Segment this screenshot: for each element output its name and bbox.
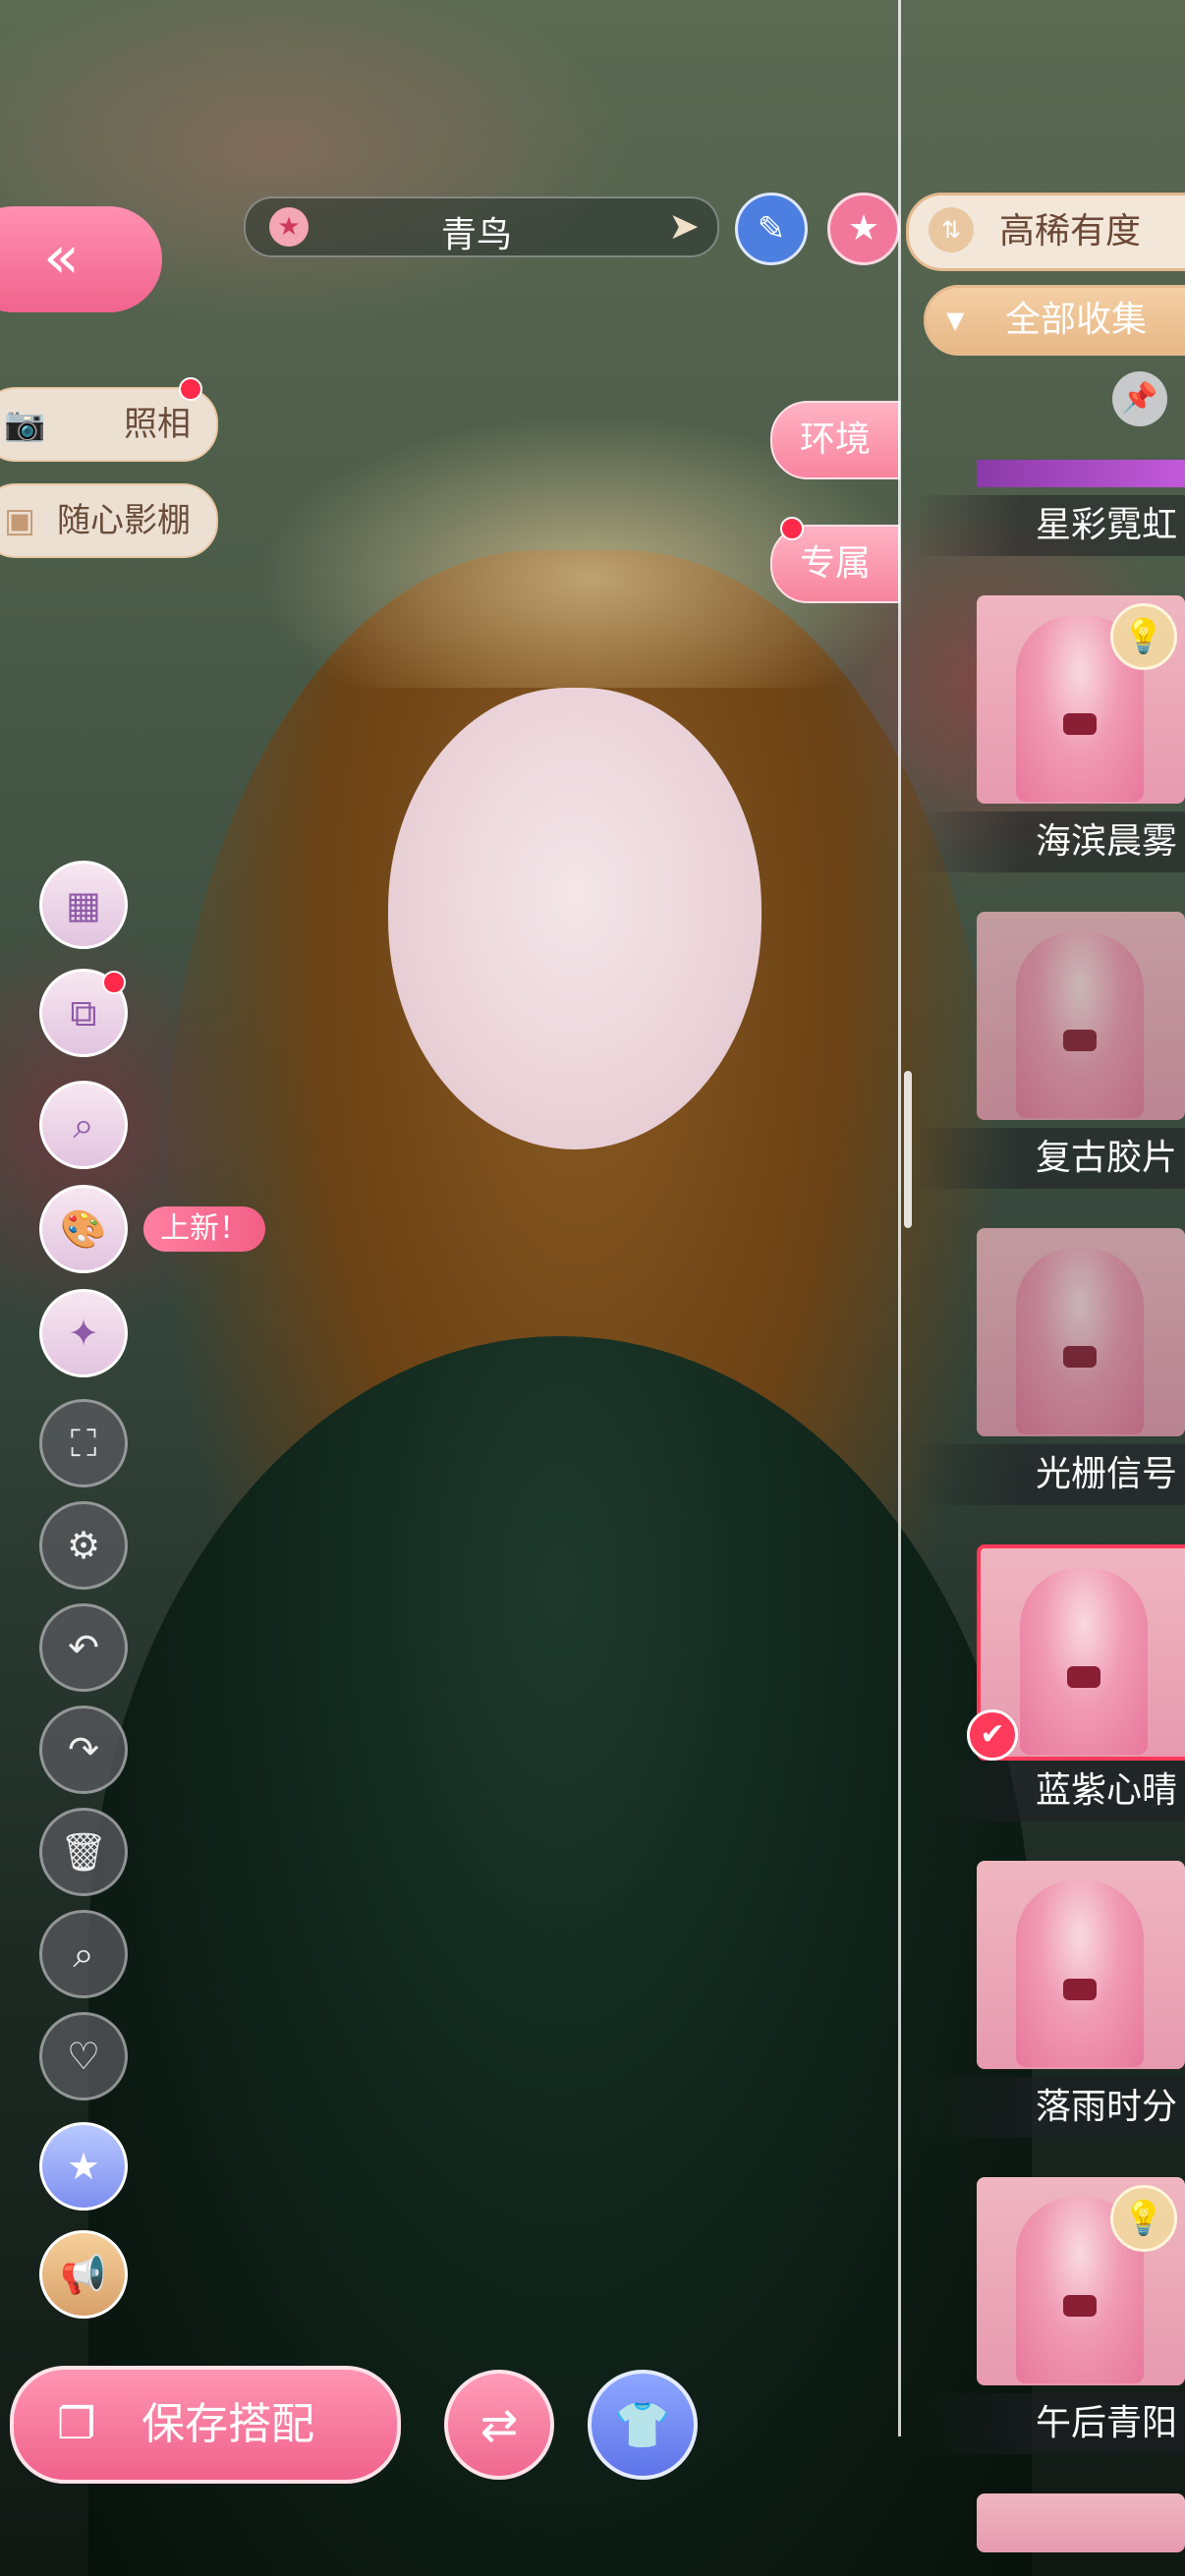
- outfit-scan-button[interactable]: 👕: [588, 2370, 698, 2480]
- edit-pencil-button[interactable]: ✎: [735, 193, 808, 265]
- megaphone-icon: 📢: [60, 2253, 107, 2296]
- palette-button[interactable]: 🎨: [39, 1185, 128, 1273]
- search-button[interactable]: ⌕: [39, 1910, 128, 1998]
- lightbulb-badge-icon: 💡: [1110, 603, 1177, 670]
- sort-dropdown[interactable]: ⇅ 高稀有度: [906, 193, 1185, 271]
- item-bow: [1063, 713, 1097, 735]
- item-bow: [1067, 1666, 1100, 1688]
- item-portrait: [1016, 931, 1144, 1118]
- announcement-button[interactable]: 📢: [39, 2230, 128, 2319]
- item-bow: [1063, 2295, 1097, 2317]
- photo-label: 照相: [124, 405, 191, 444]
- swap-arrows-icon: ⇄: [480, 2398, 519, 2451]
- scrollbar-thumb[interactable]: [904, 1071, 912, 1228]
- gear-icon: ⚙: [66, 1524, 101, 1567]
- new-badge: 上新！: [143, 1206, 265, 1252]
- redo-button[interactable]: ↷: [39, 1706, 128, 1794]
- item-bow: [1063, 1346, 1097, 1368]
- film-filter-icon: ▦: [66, 883, 101, 926]
- lightbulb-badge-icon: 💡: [1110, 2185, 1177, 2252]
- star-icon: ★: [847, 208, 880, 249]
- item-label[interactable]: 蓝紫心晴: [914, 1761, 1185, 1821]
- triangle-down-icon: ▼: [946, 307, 965, 334]
- item-card-partial[interactable]: [977, 2493, 1185, 2552]
- search-settings-button[interactable]: ⌕: [39, 1081, 128, 1169]
- like-button[interactable]: ♡: [39, 2012, 128, 2100]
- star-icon: ★: [269, 207, 309, 247]
- palette-icon: 🎨: [60, 1207, 107, 1251]
- sort-label: 高稀有度: [999, 211, 1142, 252]
- undo-icon: ↶: [68, 1626, 99, 1669]
- item-label[interactable]: 午后青阳: [914, 2393, 1185, 2454]
- item-thumbnail-partial[interactable]: [977, 460, 1185, 487]
- pencil-icon: ✎: [757, 209, 786, 249]
- filter-label: 全部收集: [1005, 300, 1148, 340]
- panel-divider: [898, 0, 901, 2436]
- heart-icon: ♡: [66, 2035, 101, 2078]
- item-label[interactable]: 星彩霓虹: [914, 495, 1185, 556]
- shirt-scan-icon: 👕: [614, 2398, 671, 2451]
- pin-icon: 📌: [1121, 381, 1158, 416]
- box-icon: ▣: [4, 501, 36, 540]
- studio-button[interactable]: ▣ 随心影棚: [0, 483, 218, 558]
- double-chevron-left-icon: «: [43, 223, 80, 292]
- item-label[interactable]: 海滨晨雾: [914, 812, 1185, 872]
- layers-icon: ⧉: [70, 991, 97, 1035]
- notification-dot: [102, 971, 126, 994]
- checkmark-icon: ✔: [967, 1709, 1018, 1761]
- fullscreen-icon: ⛶: [70, 1422, 97, 1465]
- swap-button[interactable]: ⇄: [444, 2370, 554, 2480]
- pin-button[interactable]: 📌: [1112, 371, 1167, 426]
- fullscreen-button[interactable]: ⛶: [39, 1399, 128, 1487]
- item-card[interactable]: 💡: [977, 2177, 1185, 2385]
- item-portrait: [1016, 1880, 1144, 2067]
- delete-button[interactable]: 🗑: [39, 1808, 128, 1896]
- item-card[interactable]: [977, 1228, 1185, 1436]
- save-label: 保存搭配: [141, 2399, 314, 2449]
- item-label[interactable]: 落雨时分: [914, 2077, 1185, 2138]
- notification-dot: [179, 377, 202, 401]
- star-icon: ★: [66, 2145, 101, 2188]
- back-button[interactable]: «: [0, 206, 162, 312]
- star-collection-button[interactable]: ★: [39, 2122, 128, 2211]
- filter-effect-button[interactable]: ▦: [39, 861, 128, 949]
- item-portrait: [1020, 1568, 1148, 1755]
- item-card[interactable]: 💡: [977, 595, 1185, 804]
- save-outfit-button[interactable]: ❐ 保存搭配: [10, 2366, 401, 2484]
- sort-updown-icon: ⇅: [929, 207, 974, 252]
- item-card[interactable]: [977, 1861, 1185, 2069]
- search-icon: ⌕: [73, 1932, 94, 1976]
- settings-button[interactable]: ⚙: [39, 1501, 128, 1590]
- tab-environment[interactable]: 环境: [770, 401, 900, 479]
- trash-icon: 🗑: [59, 1830, 108, 1874]
- cards-icon: ❐: [57, 2399, 96, 2449]
- character-name: 青鸟: [440, 215, 512, 255]
- filter-dropdown[interactable]: ▼ 全部收集: [924, 285, 1185, 356]
- camera-icon: 📷: [4, 405, 46, 444]
- sparkle-star-icon: ✦: [68, 1312, 99, 1355]
- item-label[interactable]: 光栅信号: [914, 1444, 1185, 1505]
- item-bow: [1063, 1979, 1097, 2000]
- arrow-right-icon[interactable]: ➤: [668, 204, 700, 248]
- item-bow: [1063, 1030, 1097, 1051]
- item-card[interactable]: [977, 912, 1185, 1120]
- notification-dot: [780, 517, 804, 540]
- character-face: [388, 688, 762, 1149]
- character-name-bar[interactable]: ★ 青鸟 ➤: [244, 196, 719, 257]
- redo-icon: ↷: [68, 1728, 99, 1771]
- undo-button[interactable]: ↶: [39, 1603, 128, 1692]
- studio-label: 随心影棚: [57, 501, 191, 540]
- magic-button[interactable]: ✦: [39, 1289, 128, 1377]
- item-portrait: [1016, 1248, 1144, 1434]
- magnifier-icon: ⌕: [73, 1103, 94, 1147]
- item-label[interactable]: 复古胶片: [914, 1128, 1185, 1189]
- favorite-star-button[interactable]: ★: [827, 193, 900, 265]
